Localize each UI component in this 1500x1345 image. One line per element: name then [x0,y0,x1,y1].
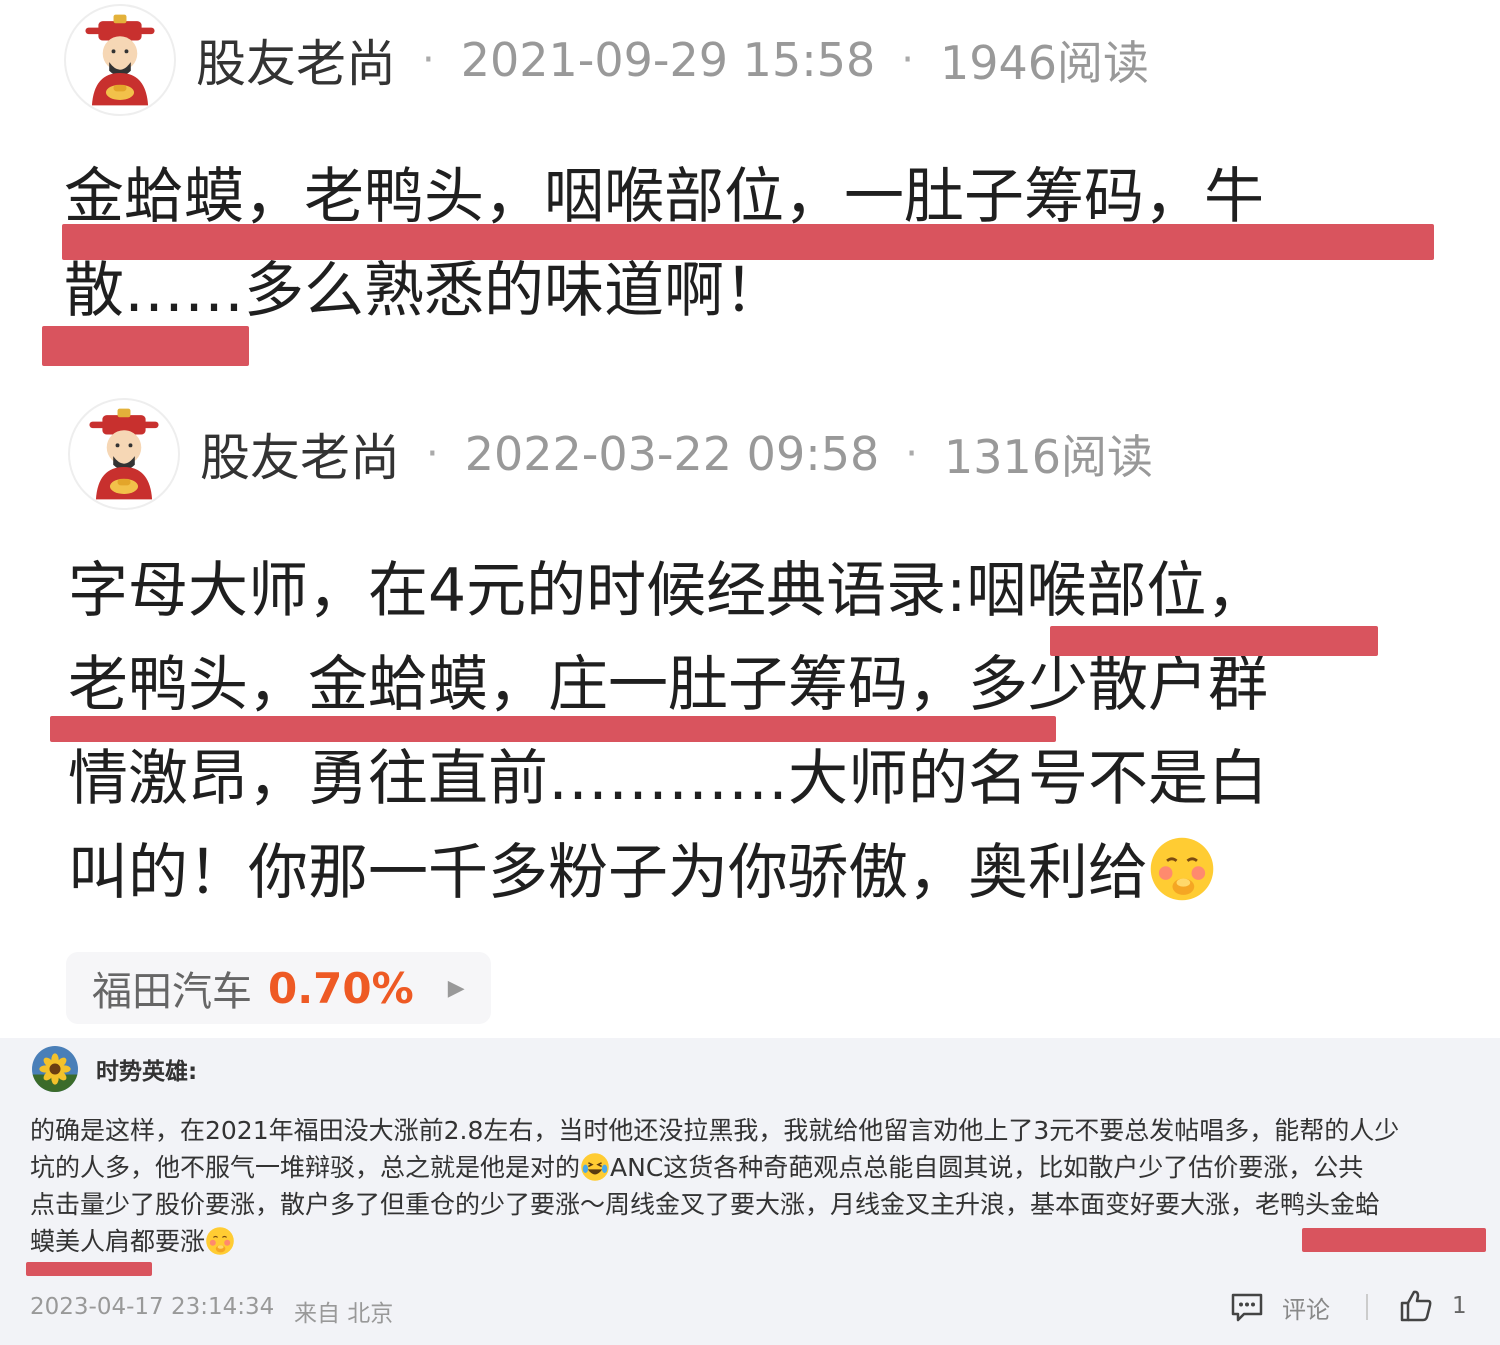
comment-line: 坑的人多，他不服气一堆辩驳，总之就是他是对的 ANC这货各种奇葩观点总能自圆其说，… [30,1149,1480,1186]
reply-label: 评论 [1282,1296,1330,1324]
commenter-avatar[interactable] [32,1046,78,1092]
read-count: 1946阅读 [939,36,1150,90]
shy-smile-emoji-icon [1148,835,1216,903]
meta-separator: · [901,37,914,83]
laughing-crying-emoji-icon [580,1152,610,1182]
highlight-underline [26,1262,152,1276]
comment-line: 点击量少了股价要涨，散户多了但重仓的少了要涨～周线金叉了要大涨，月线金叉主升浪，… [30,1190,1381,1219]
read-count: 1316阅读 [943,430,1154,484]
highlight-underline [42,326,249,366]
meta-separator: · [905,431,918,477]
comment-location: 来自 北京 [294,1301,394,1327]
stock-change: 0.70% [268,963,414,1013]
caishen-avatar-icon [70,400,178,508]
highlight-underline [1050,626,1378,656]
comment-card: 时势英雄: 的确是这样，在2021年福田没大涨前2.8左右，当时他还没拉黑我，我… [0,1038,1500,1345]
play-triangle-icon: ▶ [447,975,465,1001]
comment-line: 蟆美人肩都要涨 [30,1223,1480,1260]
stock-chip[interactable]: 福田汽车 0.70% ▶ [66,952,491,1024]
highlight-underline [50,716,1056,742]
reply-button[interactable]: 评论 [1230,1290,1330,1325]
comment-line-part: 坑的人多，他不服气一堆辩驳，总之就是他是对的 [30,1153,581,1182]
highlight-underline [62,224,1434,260]
author-name[interactable]: 股友老尚 [200,418,400,490]
post-meta: 股友老尚 · 2021-09-29 15:58 · 1946阅读 [196,26,1149,94]
post-line-text: 叫的！你那一千多粉子为你骄傲，奥利给 [68,838,1148,908]
post-line: 叫的！你那一千多粉子为你骄傲，奥利给 [68,826,1488,920]
meta-separator: · [422,37,435,83]
post-line: 情激昂，勇往直前…………大师的名号不是白 [68,744,1268,814]
post-date: 2021-09-29 15:58 [460,33,876,87]
post-line: 字母大师，在4元的时候经典语录:咽喉部位， [68,556,1267,626]
comment-timestamp: 2023-04-17 23:14:34 [30,1294,275,1320]
sunflower-avatar-icon [32,1046,78,1092]
highlight-underline [1302,1228,1486,1252]
comment-line: 的确是这样，在2021年福田没大涨前2.8左右，当时他还没拉黑我，我就给他留言劝… [30,1116,1400,1145]
like-count: 1 [1452,1293,1467,1319]
comment-line-part: ANC这货各种奇葩观点总能自圆其说，比如散户少了估价要涨，公共 [610,1153,1364,1182]
comment-icon [1231,1293,1263,1321]
commenter-name[interactable]: 时势英雄: [96,1052,197,1086]
comment-line-part: 蟆美人肩都要涨 [30,1227,206,1256]
author-avatar[interactable] [64,4,176,116]
author-avatar[interactable] [68,398,180,510]
meta-separator: · [426,431,439,477]
like-button[interactable]: 1 [1398,1288,1467,1324]
action-divider [1366,1294,1368,1320]
post-meta: 股友老尚 · 2022-03-22 09:58 · 1316阅读 [200,420,1153,488]
stock-name: 福田汽车 [92,969,252,1015]
shy-smile-emoji-icon [205,1226,235,1256]
caishen-avatar-icon [66,6,174,114]
post-date: 2022-03-22 09:58 [464,427,880,481]
author-name[interactable]: 股友老尚 [196,24,396,96]
comment-text: 的确是这样，在2021年福田没大涨前2.8左右，当时他还没拉黑我，我就给他留言劝… [30,1112,1480,1260]
thumbs-up-icon [1400,1290,1432,1322]
